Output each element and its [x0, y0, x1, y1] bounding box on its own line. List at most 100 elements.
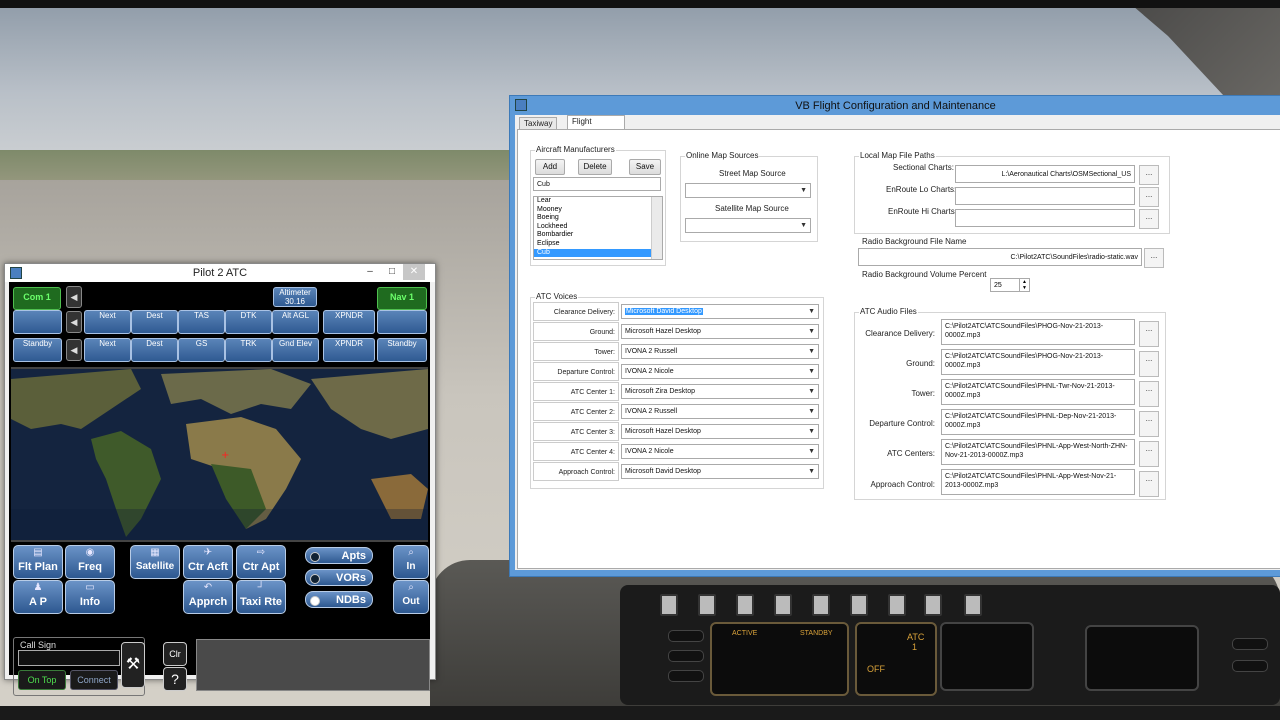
- voice-select[interactable]: Microsoft Hazel Desktop ▼: [621, 424, 819, 439]
- voice-select[interactable]: IVONA 2 Nicole ▼: [621, 364, 819, 379]
- list-item[interactable]: Mooney: [534, 206, 662, 215]
- pilot2atc-titlebar[interactable]: Pilot 2 ATC – □ ✕: [5, 264, 435, 282]
- toggle-switch[interactable]: [850, 594, 868, 616]
- next-button[interactable]: Next: [84, 310, 131, 334]
- freq-button[interactable]: ◉ Freq: [65, 545, 115, 579]
- voice-select[interactable]: Microsoft David Desktop ▼: [621, 304, 819, 319]
- voice-select[interactable]: Microsoft David Desktop ▼: [621, 464, 819, 479]
- audio-file-field[interactable]: C:\Pilot2ATC\ATCSoundFiles\PHOG-Nov-21-2…: [941, 349, 1135, 375]
- list-item[interactable]: Eclipse: [534, 240, 662, 249]
- street-map-source-select[interactable]: ▼: [685, 183, 811, 198]
- voice-select[interactable]: Microsoft Hazel Desktop ▼: [621, 324, 819, 339]
- list-scrollbar[interactable]: [651, 197, 662, 259]
- call-sign-input[interactable]: [18, 650, 120, 666]
- speaker-icon[interactable]: ◀: [66, 311, 82, 333]
- add-button[interactable]: Add: [535, 159, 565, 175]
- clear-button[interactable]: Clr: [163, 642, 187, 666]
- voice-select[interactable]: IVONA 2 Russell ▼: [621, 344, 819, 359]
- xpndr-button[interactable]: XPNDR: [323, 338, 375, 362]
- browse-audio-button[interactable]: ...: [1139, 351, 1159, 377]
- browse-radio-file-button[interactable]: ...: [1144, 248, 1164, 268]
- browse-audio-button[interactable]: ...: [1139, 471, 1159, 497]
- browse-enroute-lo-button[interactable]: ...: [1139, 187, 1159, 207]
- maximize-button[interactable]: □: [381, 264, 403, 280]
- alt-agl-display[interactable]: Alt AGL: [272, 310, 319, 334]
- ctr-apt-button[interactable]: ⇨ Ctr Apt: [236, 545, 286, 579]
- list-item[interactable]: Lockheed: [534, 223, 662, 232]
- world-map[interactable]: +: [11, 367, 428, 542]
- browse-enroute-hi-button[interactable]: ...: [1139, 209, 1159, 229]
- list-item[interactable]: Bombardier: [534, 231, 662, 240]
- toggle-switch[interactable]: [660, 594, 678, 616]
- com1-button[interactable]: Com 1: [13, 287, 61, 310]
- radio-volume-spinner[interactable]: 25 ▲ ▼: [990, 278, 1030, 292]
- radio-background-file-field[interactable]: C:\Pilot2ATC\SoundFiles\radio-static.wav: [858, 248, 1142, 266]
- browse-sectional-button[interactable]: ...: [1139, 165, 1159, 185]
- toggle-switch[interactable]: [698, 594, 716, 616]
- audio-file-field[interactable]: C:\Pilot2ATC\ATCSoundFiles\PHNL-App-West…: [941, 439, 1135, 465]
- browse-audio-button[interactable]: ...: [1139, 321, 1159, 347]
- nav-standby-button[interactable]: Standby: [377, 338, 427, 362]
- voice-select[interactable]: IVONA 2 Russell ▼: [621, 404, 819, 419]
- dtk-display[interactable]: DTK: [225, 310, 272, 334]
- info-button[interactable]: ▭ Info: [65, 580, 115, 614]
- zoom-in-button[interactable]: ⌕ In: [393, 545, 429, 579]
- toggle-switch[interactable]: [774, 594, 792, 616]
- help-button[interactable]: ?: [163, 667, 187, 691]
- list-item-selected[interactable]: Cub: [534, 248, 662, 258]
- com-audio-icon[interactable]: ◀: [66, 286, 82, 308]
- vb-titlebar[interactable]: VB Flight Configuration and Maintenance: [510, 96, 1280, 114]
- next-button[interactable]: Next: [84, 338, 131, 362]
- audio-file-field[interactable]: C:\Pilot2ATC\ATCSoundFiles\PHOG-Nov-21-2…: [941, 319, 1135, 345]
- audio-file-field[interactable]: C:\Pilot2ATC\ATCSoundFiles\PHNL-App-West…: [941, 469, 1135, 495]
- satellite-map-source-select[interactable]: ▼: [685, 218, 811, 233]
- enroute-lo-field[interactable]: [955, 187, 1135, 205]
- browse-audio-button[interactable]: ...: [1139, 411, 1159, 437]
- connect-button[interactable]: Connect: [70, 670, 118, 690]
- browse-audio-button[interactable]: ...: [1139, 381, 1159, 407]
- gs-display[interactable]: GS: [178, 338, 225, 362]
- list-item[interactable]: Boeing: [534, 214, 662, 223]
- gnd-elev-display[interactable]: Gnd Elev: [272, 338, 319, 362]
- apts-toggle[interactable]: Apts: [305, 547, 373, 564]
- close-button[interactable]: ✕: [403, 264, 425, 280]
- audio-file-field[interactable]: C:\Pilot2ATC\ATCSoundFiles\PHNL-Twr-Nov-…: [941, 379, 1135, 405]
- manufacturer-input[interactable]: Cub: [533, 177, 661, 191]
- voice-select[interactable]: IVONA 2 Nicole ▼: [621, 444, 819, 459]
- enroute-hi-field[interactable]: [955, 209, 1135, 227]
- xpndr-button[interactable]: XPNDR: [323, 310, 375, 334]
- satellite-button[interactable]: ▦ Satellite: [130, 545, 180, 579]
- save-button[interactable]: Save: [629, 159, 661, 175]
- flt-plan-button[interactable]: ▤ Flt Plan: [13, 545, 63, 579]
- ctr-acft-button[interactable]: ✈ Ctr Acft: [183, 545, 233, 579]
- delete-button[interactable]: Delete: [578, 159, 612, 175]
- toggle-switch[interactable]: [736, 594, 754, 616]
- vors-toggle[interactable]: VORs: [305, 569, 373, 586]
- zoom-out-button[interactable]: ⌕ Out: [393, 580, 429, 614]
- on-top-button[interactable]: On Top: [18, 670, 66, 690]
- dest-button[interactable]: Dest: [131, 338, 178, 362]
- tas-display[interactable]: TAS: [178, 310, 225, 334]
- tab-flight-configuration[interactable]: Flight Configuration: [567, 115, 625, 138]
- wrench-icon[interactable]: ⚒: [121, 642, 145, 688]
- list-item[interactable]: Lear: [534, 197, 662, 206]
- ndbs-toggle[interactable]: NDBs: [305, 591, 373, 608]
- browse-audio-button[interactable]: ...: [1139, 441, 1159, 467]
- taxi-rte-button[interactable]: ┘ Taxi Rte: [236, 580, 286, 614]
- trk-display[interactable]: TRK: [225, 338, 272, 362]
- voice-select[interactable]: Microsoft Zira Desktop ▼: [621, 384, 819, 399]
- nav1-button[interactable]: Nav 1: [377, 287, 427, 310]
- toggle-switch[interactable]: [964, 594, 982, 616]
- com-active-freq[interactable]: [13, 310, 62, 334]
- sectional-charts-field[interactable]: L:\Aeronautical Charts\OSMSectional_US: [955, 165, 1135, 183]
- toggle-switch[interactable]: [888, 594, 906, 616]
- toggle-switch[interactable]: [924, 594, 942, 616]
- speaker-icon[interactable]: ◀: [66, 339, 82, 361]
- minimize-button[interactable]: –: [359, 264, 381, 280]
- apprch-button[interactable]: ↶ Apprch: [183, 580, 233, 614]
- com-standby-button[interactable]: Standby: [13, 338, 62, 362]
- nav-active-freq[interactable]: [377, 310, 427, 334]
- dest-button[interactable]: Dest: [131, 310, 178, 334]
- spin-down-icon[interactable]: ▼: [1019, 285, 1029, 291]
- toggle-switch[interactable]: [812, 594, 830, 616]
